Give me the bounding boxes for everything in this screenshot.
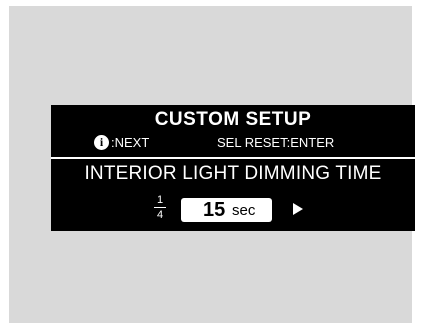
page-denominator: 4 (156, 209, 164, 221)
setting-name: INTERIOR LIGHT DIMMING TIME (84, 163, 382, 184)
fraction-bar (154, 207, 166, 208)
setting-value: 15 (203, 199, 226, 221)
page-title: CUSTOM SETUP (154, 109, 312, 130)
screenshot-frame: CUSTOM SETUP i :NEXT SEL RESET:ENTER INT… (9, 6, 415, 323)
divider (51, 157, 415, 159)
setting-unit: sec (232, 202, 256, 219)
next-hint: :NEXT (111, 135, 150, 150)
page-indicator: 1 4 (154, 194, 166, 221)
custom-setup-display: CUSTOM SETUP i :NEXT SEL RESET:ENTER INT… (51, 105, 415, 231)
sel-reset-enter-hint: SEL RESET:ENTER (217, 135, 335, 150)
setting-value-row: 1 4 15 sec (51, 193, 415, 227)
hint-row: i :NEXT SEL RESET:ENTER (51, 134, 415, 152)
right-arrow-icon[interactable] (293, 203, 303, 215)
selected-value-box[interactable]: 15 sec (181, 198, 272, 222)
info-icon: i (94, 135, 109, 150)
page-numerator: 1 (156, 194, 164, 206)
